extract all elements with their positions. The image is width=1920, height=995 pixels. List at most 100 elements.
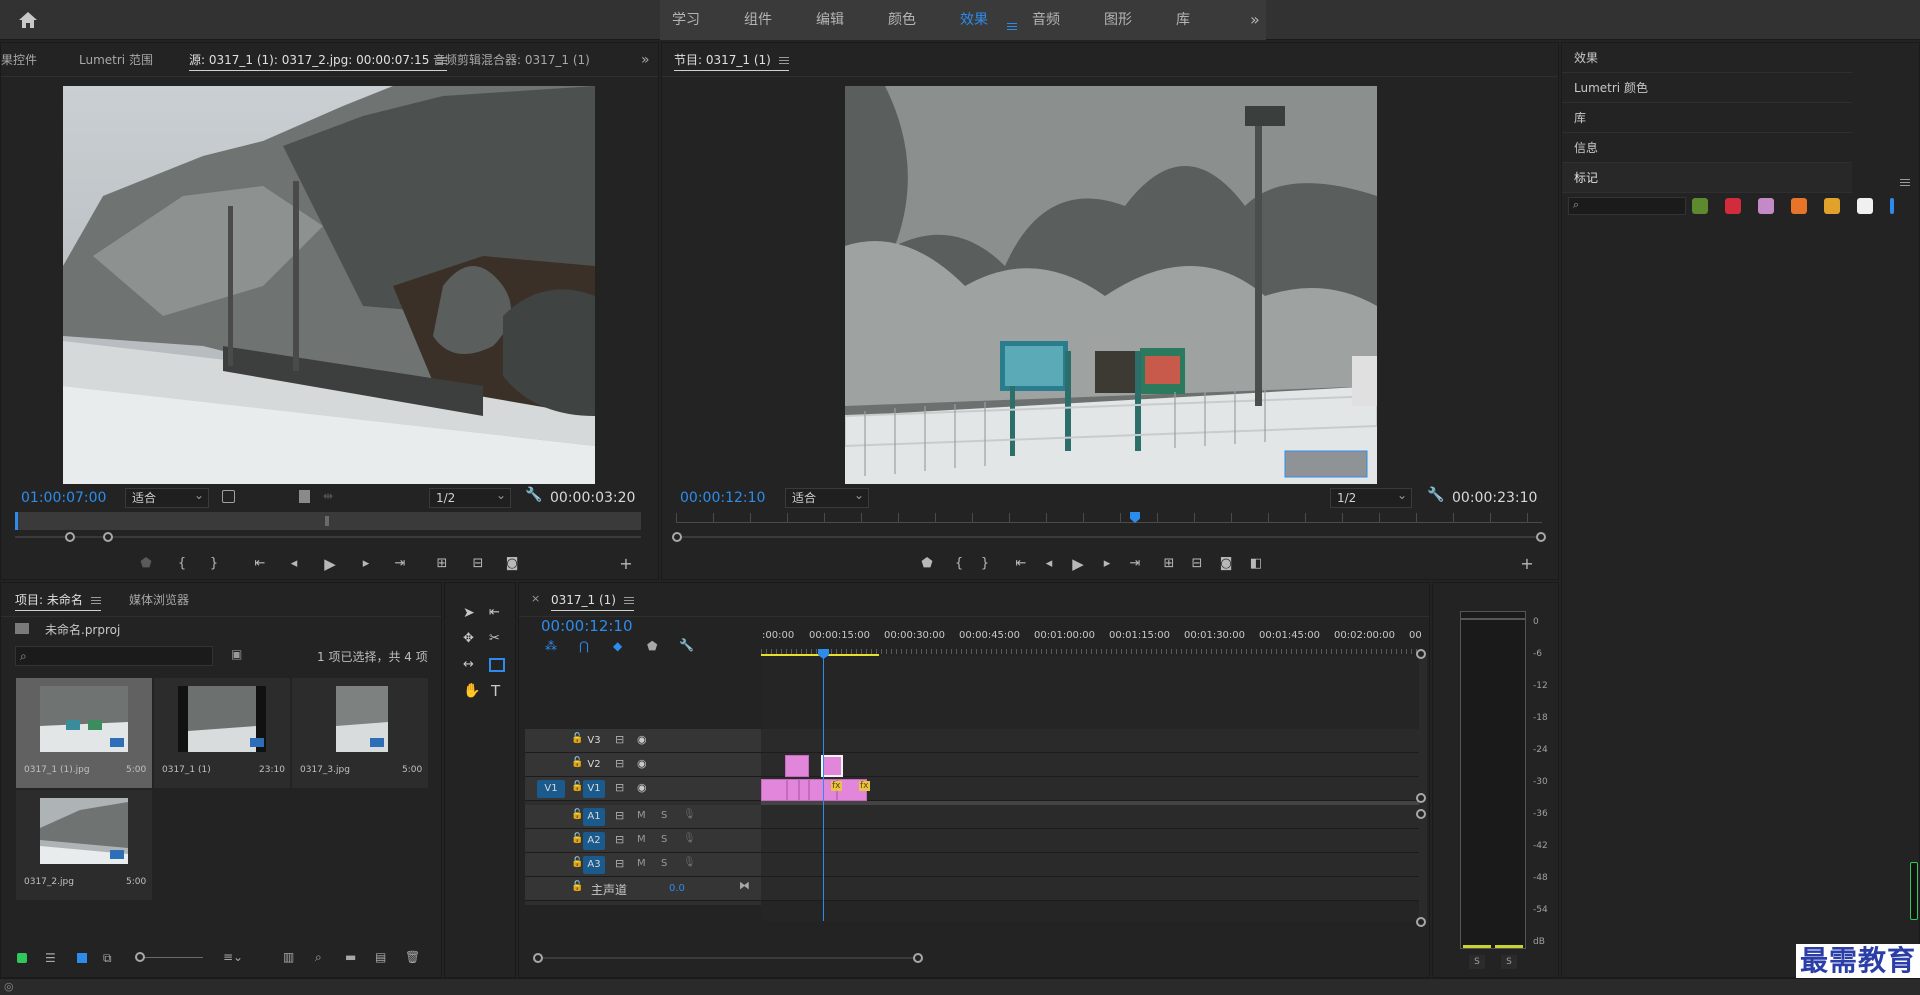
add-button-icon[interactable]: + (615, 553, 637, 575)
track-a1[interactable] (761, 805, 1426, 829)
step-forward-icon[interactable]: ▸ (355, 553, 377, 575)
timeline-clip[interactable] (787, 779, 799, 801)
insert-icon[interactable]: ⊞ (431, 553, 453, 575)
marker-color-yellow[interactable] (1824, 198, 1840, 214)
add-button-icon[interactable]: + (1516, 553, 1538, 575)
marker-color-orange[interactable] (1791, 198, 1807, 214)
razor-tool-icon[interactable]: ✂ (489, 631, 500, 646)
panel-lumetri-color[interactable]: Lumetri 颜色 (1562, 73, 1852, 103)
source-playhead[interactable] (15, 512, 18, 530)
solo-button[interactable]: S (661, 810, 667, 821)
freeform-view-icon[interactable]: ⧉ (103, 951, 112, 966)
automate-sequence-icon[interactable]: ▥ (283, 950, 294, 964)
close-icon[interactable]: × (531, 592, 540, 605)
panel-markers[interactable]: 标记 (1562, 163, 1852, 193)
tab-lumetri-scopes[interactable]: Lumetri 范围 (79, 43, 153, 77)
step-back-icon[interactable]: ◂ (283, 553, 305, 575)
program-current-timecode[interactable]: 00:00:12:10 (680, 490, 765, 506)
program-fit-select[interactable]: 适合 (785, 486, 869, 508)
tab-effect-controls[interactable]: 果控件 (1, 43, 37, 77)
track-label-a1[interactable]: A1 (583, 808, 605, 826)
camera-icon[interactable]: ◙ (1215, 553, 1237, 575)
zoom-handle-right[interactable] (103, 532, 113, 542)
track-label-a3[interactable]: A3 (583, 856, 605, 874)
step-back-icon[interactable]: ◂ (1038, 553, 1060, 575)
tab-program[interactable]: 节目: 0317_1 (1) (674, 43, 789, 77)
slip-tool-icon[interactable]: ↔ (463, 657, 474, 672)
safe-margin-icon[interactable] (222, 490, 235, 503)
lock-icon[interactable]: 🔓 (571, 733, 583, 744)
lock-icon[interactable] (17, 953, 27, 963)
add-marker-icon[interactable]: ⬟ (916, 553, 938, 575)
menu-icon[interactable] (778, 60, 789, 61)
track-master[interactable] (761, 877, 1426, 901)
mark-out-icon[interactable]: } (974, 553, 996, 575)
zoom-handle-left[interactable] (533, 953, 543, 963)
microphone-icon[interactable]: 🎙 (683, 833, 696, 844)
sort-icon[interactable]: ≡⌄ (223, 950, 243, 964)
timeline-timecode[interactable]: 00:00:12:10 (541, 617, 633, 635)
workspace-tab-libraries[interactable]: 库 (1176, 0, 1190, 40)
timeline-clip[interactable] (785, 755, 809, 777)
scroll-handle[interactable] (1416, 917, 1426, 927)
sync-lock-icon[interactable]: ⊟ (615, 833, 624, 846)
meter-solo-button[interactable]: S (1501, 955, 1517, 969)
track-a2[interactable] (761, 829, 1426, 853)
go-to-out-icon[interactable]: ⇥ (1124, 553, 1146, 575)
solo-button[interactable]: S (661, 858, 667, 869)
meter-solo-button[interactable]: S (1469, 955, 1485, 969)
new-item-icon[interactable]: ▤ (375, 950, 386, 964)
slider-handle[interactable] (135, 952, 145, 962)
add-marker-timeline-icon[interactable]: ◆ (613, 639, 622, 653)
tab-media-browser[interactable]: 媒体浏览器 (129, 583, 189, 617)
source-resolution-select[interactable]: 1/2 (429, 486, 511, 508)
wrench-icon[interactable]: 🔧 (1427, 487, 1444, 503)
scroll-handle[interactable] (1416, 793, 1426, 803)
mark-out-icon[interactable]: } (203, 553, 225, 575)
thumbnail-size-slider[interactable] (135, 952, 203, 962)
program-zoom-bar[interactable] (672, 532, 1546, 542)
zoom-handle-right[interactable] (913, 953, 923, 963)
marker-color-blue[interactable] (1890, 198, 1894, 214)
mute-button[interactable]: M (637, 858, 646, 869)
program-time-ruler[interactable] (676, 512, 1542, 523)
menu-icon[interactable] (624, 600, 634, 601)
mute-button[interactable]: M (637, 834, 646, 845)
microphone-icon[interactable]: 🎙 (683, 809, 696, 820)
menu-icon[interactable] (90, 600, 101, 601)
selection-tool-icon[interactable]: ➤ (463, 605, 475, 621)
track-a3[interactable] (761, 853, 1426, 877)
track-v3[interactable] (761, 729, 1426, 753)
master-volume-value[interactable]: 0.0 (669, 883, 685, 894)
timeline-vertical-scrollbar[interactable] (1419, 656, 1427, 921)
panel-info[interactable]: 信息 (1562, 133, 1852, 163)
lock-icon[interactable]: 🔓 (571, 881, 583, 892)
panel-libraries[interactable]: 库 (1562, 103, 1852, 133)
source-scrub-bar[interactable] (15, 512, 641, 530)
go-to-out-icon[interactable]: ⇥ (389, 553, 411, 575)
sync-lock-icon[interactable]: ⊟ (615, 857, 624, 870)
lock-icon[interactable]: 🔓 (571, 757, 583, 768)
mark-in-icon[interactable]: { (171, 553, 193, 575)
sync-lock-icon[interactable]: ⊟ (615, 733, 624, 746)
marker-color-rose[interactable] (1758, 198, 1774, 214)
new-bin-icon[interactable]: ▬ (345, 950, 356, 964)
eye-icon[interactable]: ◉ (637, 781, 647, 794)
timeline-horizontal-scrollbar[interactable] (533, 953, 923, 963)
markers-search-input[interactable]: ⌕ (1568, 197, 1686, 215)
lock-icon[interactable]: 🔓 (571, 781, 583, 792)
workspace-tab-color[interactable]: 颜色 (888, 0, 916, 40)
marker-color-white[interactable] (1857, 198, 1873, 214)
drag-video-icon[interactable]: ⇹ (323, 489, 333, 503)
panel-effects[interactable]: 效果 (1562, 43, 1852, 73)
workspace-tab-editing[interactable]: 编辑 (816, 0, 844, 40)
source-zoom-bar[interactable] (15, 532, 641, 542)
marker-icon[interactable]: ⬟ (647, 639, 657, 653)
home-icon[interactable] (18, 11, 38, 29)
mute-button[interactable]: M (637, 810, 646, 821)
tab-project[interactable]: 项目: 未命名 (15, 583, 101, 617)
source-current-timecode[interactable]: 01:00:07:00 (21, 490, 106, 506)
zoom-handle-left[interactable] (672, 532, 682, 542)
workspace-tab-audio[interactable]: 音频 (1032, 0, 1060, 40)
go-to-in-icon[interactable]: ⇤ (249, 553, 271, 575)
